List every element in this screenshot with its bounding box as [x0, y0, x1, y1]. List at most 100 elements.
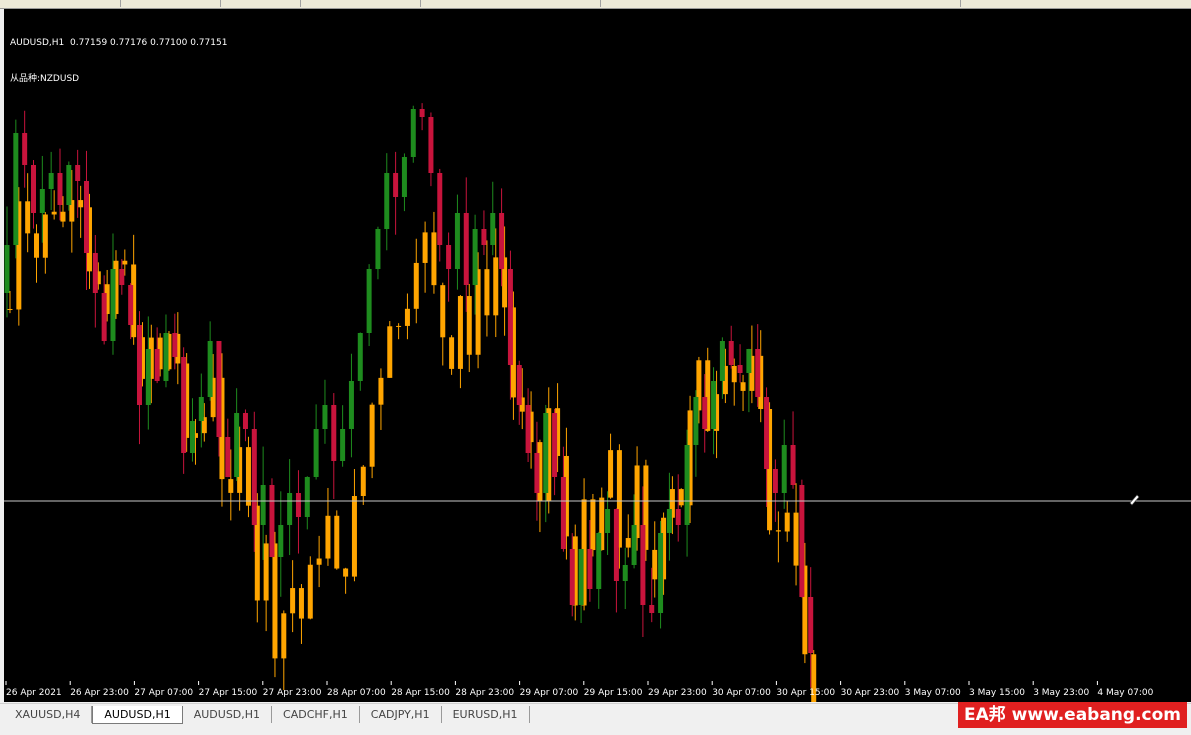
candle-body [136, 325, 142, 405]
toolbar-separator [420, 0, 421, 7]
cursor-icon [1129, 494, 1140, 506]
secondary-candle-body [316, 558, 322, 565]
chart-tab[interactable]: EURUSD,H1 [442, 706, 530, 723]
secondary-candle-body [7, 309, 13, 310]
secondary-candle-body [25, 201, 31, 234]
secondary-candle-body [608, 450, 614, 498]
main-series [4, 103, 814, 688]
candle-body [269, 485, 275, 557]
chart-tab[interactable]: CADCHF,H1 [272, 706, 360, 723]
candle-body [499, 213, 505, 269]
symbol-info: AUDUSD,H1 0.77159 0.77176 0.77100 0.7715… [10, 38, 228, 48]
candle-body [534, 453, 540, 493]
chart-tab[interactable]: AUDUSD,H1 [92, 706, 183, 724]
candle-body [384, 173, 390, 229]
secondary-candle-body [449, 337, 455, 369]
secondary-candle-body [625, 538, 631, 548]
candle-body [764, 397, 770, 469]
toolbar-separator [960, 0, 961, 7]
watermark-logo: EA邦 www.eabang.com [957, 702, 1187, 728]
candle-body [92, 253, 98, 293]
candle-body [675, 509, 681, 525]
candle-body [578, 549, 584, 605]
candle-body [525, 405, 531, 453]
candle-body [181, 357, 187, 453]
candle-body [711, 381, 717, 429]
chart-tab[interactable]: CADJPY,H1 [360, 706, 442, 723]
price-chart[interactable]: 26 Apr 2021 26 Apr 23:00 27 Apr 07:00 27 Ap… [4, 9, 1191, 702]
secondary-candle-body [369, 404, 375, 467]
time-axis-label: 27 Apr 15:00 [199, 688, 258, 698]
candle-body [260, 485, 266, 525]
candle-body [357, 333, 363, 381]
candle-body [234, 413, 240, 477]
secondary-candle-body [272, 543, 278, 659]
secondary-candle-body [228, 479, 234, 493]
secondary-candle-body [245, 447, 251, 506]
candle-body [66, 165, 72, 205]
candle-body [189, 421, 195, 453]
candle-body [163, 333, 169, 381]
secondary-candle-body [298, 588, 304, 619]
secondary-candle-body [360, 466, 366, 497]
time-axis-label: 26 Apr 23:00 [70, 688, 129, 698]
candle-body [101, 293, 107, 341]
time-axis-label: 29 Apr 23:00 [648, 688, 707, 698]
secondary-candle-body [78, 200, 84, 208]
secondary-candle-body [387, 326, 393, 378]
chart-window[interactable]: 26 Apr 2021 26 Apr 23:00 27 Apr 07:00 27 Ap… [4, 9, 1191, 702]
candle-body [172, 333, 178, 357]
toolbar-separator [120, 0, 121, 7]
candle-body [596, 533, 602, 589]
candle-body [366, 269, 372, 333]
candle-body [119, 269, 125, 285]
time-axis-label: 30 Apr 23:00 [841, 688, 900, 698]
candle-body [666, 509, 672, 533]
candle-body [587, 549, 593, 589]
status-strip [0, 728, 1191, 734]
secondary-candle-body [440, 285, 446, 338]
candle-body [560, 477, 566, 549]
secondary-candle-body [378, 377, 384, 405]
chart-tab[interactable]: AUDUSD,H1 [183, 706, 273, 723]
candle-body [207, 341, 213, 397]
time-axis-label: 30 Apr 07:00 [712, 688, 771, 698]
time-axis: 26 Apr 2021 26 Apr 23:00 27 Apr 07:00 27 Ap… [5, 681, 1154, 698]
candle-body [30, 165, 36, 213]
time-axis-label: 28 Apr 15:00 [391, 688, 450, 698]
candle-body [693, 397, 699, 445]
secondary-candle-body [784, 512, 790, 532]
time-axis-label: 29 Apr 15:00 [584, 688, 643, 698]
candle-body [251, 429, 257, 525]
candle-body [225, 437, 231, 477]
candle-body [463, 213, 469, 285]
secondary-symbol-info: 从品种:NZDUSD [10, 74, 80, 84]
secondary-candle-body [307, 564, 313, 619]
candle-body [4, 245, 10, 293]
candle-body [640, 525, 646, 605]
candle-body [110, 269, 116, 341]
secondary-candle-body [457, 296, 463, 369]
candle-body [772, 469, 778, 493]
secondary-candle-body [51, 211, 57, 215]
secondary-candle-body [590, 499, 596, 551]
secondary-candle-body [740, 382, 746, 391]
candle-body [472, 229, 478, 285]
candle-body [507, 269, 513, 365]
cursor-shape [1129, 494, 1140, 506]
candle-body [702, 397, 708, 429]
time-axis-label: 28 Apr 07:00 [327, 688, 386, 698]
candle-body [437, 173, 443, 245]
candle-body [401, 157, 407, 197]
candle-body [684, 445, 690, 525]
candle-body [428, 117, 434, 173]
time-axis-label: 3 May 15:00 [969, 688, 1025, 698]
secondary-candle-body [484, 269, 490, 316]
secondary-candle-body [396, 325, 402, 327]
candle-body [746, 349, 752, 373]
candle-body [39, 189, 45, 213]
candle-body [543, 413, 549, 493]
chart-tab[interactable]: XAUUSD,H4 [4, 706, 93, 723]
secondary-candle-body [263, 543, 269, 601]
candle-body [57, 173, 63, 205]
